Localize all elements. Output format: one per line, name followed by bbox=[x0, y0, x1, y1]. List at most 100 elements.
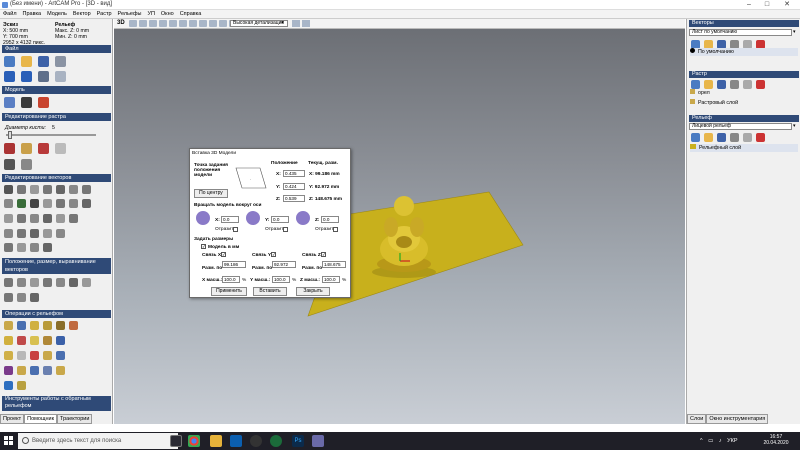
clock[interactable]: 16:57 20.04.2020 bbox=[756, 434, 796, 446]
bezier-icon[interactable] bbox=[43, 185, 52, 194]
fit-view-icon[interactable] bbox=[209, 20, 217, 27]
brush-slider-track[interactable] bbox=[6, 134, 96, 136]
taskbar-search-input[interactable]: Введите здесь текст для поиска bbox=[18, 433, 178, 449]
copy-relief-icon[interactable] bbox=[730, 133, 739, 142]
grid-icon[interactable] bbox=[21, 97, 32, 108]
spiral-icon[interactable] bbox=[17, 229, 26, 238]
section-file[interactable]: Файл bbox=[2, 45, 111, 53]
store-icon[interactable] bbox=[230, 435, 242, 447]
toggle-vectors-icon[interactable] bbox=[302, 20, 310, 27]
language-indicator[interactable]: УКР bbox=[727, 438, 737, 444]
wave-icon[interactable] bbox=[56, 229, 65, 238]
chevron-down-icon[interactable]: ▾ bbox=[281, 20, 284, 26]
new-relief-icon[interactable] bbox=[691, 133, 700, 142]
tab-toolbox[interactable]: Окно инструментария bbox=[706, 414, 769, 424]
weave-icon[interactable] bbox=[56, 366, 65, 375]
model-mm-checkbox[interactable]: ✓ bbox=[201, 244, 206, 249]
delete-relief-icon[interactable] bbox=[756, 133, 765, 142]
link-x-checkbox[interactable]: ✓ bbox=[221, 252, 226, 257]
top-view-icon[interactable] bbox=[179, 20, 187, 27]
close-button[interactable]: Закрыть bbox=[296, 287, 330, 296]
pos-y-field[interactable]: 0.424 bbox=[283, 183, 305, 190]
size-y-field[interactable]: 92.972 bbox=[272, 261, 296, 268]
align-top-icon[interactable] bbox=[69, 278, 78, 287]
add-relief-icon[interactable] bbox=[30, 321, 39, 330]
nest-icon[interactable] bbox=[30, 293, 39, 302]
cloud-icon[interactable] bbox=[55, 143, 66, 154]
section-position[interactable]: Положение, размер, выравнивание векторов bbox=[2, 258, 111, 274]
sculpt-icon[interactable] bbox=[4, 366, 13, 375]
pos-x-field[interactable]: 0.435 bbox=[283, 170, 305, 177]
tab-toolpaths[interactable]: Траектории bbox=[57, 414, 93, 424]
task-view-icon[interactable] bbox=[170, 435, 182, 447]
join-icon[interactable] bbox=[4, 214, 13, 223]
import-icon[interactable] bbox=[55, 56, 66, 67]
center-button[interactable]: По центру bbox=[194, 189, 228, 198]
bitmap-relief-icon[interactable] bbox=[17, 381, 26, 390]
triangle-mesh-icon[interactable] bbox=[4, 381, 13, 390]
rot-x-field[interactable]: 0.0 bbox=[221, 216, 239, 223]
toggle-relief-icon[interactable] bbox=[292, 20, 300, 27]
trim-icon[interactable] bbox=[69, 199, 78, 208]
notes-icon[interactable] bbox=[55, 71, 66, 82]
vectors-chevron-down-icon[interactable]: ▾ bbox=[793, 29, 796, 35]
properties-icon[interactable] bbox=[38, 71, 49, 82]
redo-icon[interactable] bbox=[21, 71, 32, 82]
smooth-icon[interactable] bbox=[30, 214, 39, 223]
measure-icon[interactable] bbox=[17, 243, 26, 252]
app-icon-2[interactable] bbox=[270, 435, 282, 447]
paste-relief-icon[interactable] bbox=[743, 133, 752, 142]
menu-help[interactable]: Справка bbox=[177, 10, 205, 18]
save-raster-icon[interactable] bbox=[717, 80, 726, 89]
relief-chevron-down-icon[interactable]: ▾ bbox=[793, 123, 796, 129]
delete-raster-icon[interactable] bbox=[756, 80, 765, 89]
ellipse-icon[interactable] bbox=[30, 229, 39, 238]
open-relief-icon[interactable] bbox=[704, 133, 713, 142]
new-raster-icon[interactable] bbox=[691, 80, 700, 89]
menu-raster[interactable]: Растр bbox=[94, 10, 115, 18]
menu-reliefs[interactable]: Рельефы bbox=[115, 10, 145, 18]
rotate-view-icon[interactable] bbox=[159, 20, 167, 27]
offset-relief-icon[interactable] bbox=[56, 351, 65, 360]
vector-layer-row[interactable]: По умолчанию bbox=[690, 48, 798, 56]
link-y-checkbox[interactable]: ✓ bbox=[271, 252, 276, 257]
scale-icon[interactable] bbox=[30, 278, 39, 287]
scale-x-field[interactable]: 100.0 bbox=[222, 276, 240, 283]
menu-window[interactable]: Окно bbox=[158, 10, 177, 18]
menu-vector[interactable]: Вектор bbox=[70, 10, 94, 18]
insert-button[interactable]: Вставить bbox=[253, 287, 287, 296]
size-x-field[interactable]: 99.186 bbox=[222, 261, 246, 268]
relief-select[interactable]: Лицевой рельеф bbox=[689, 123, 792, 130]
arc-icon[interactable] bbox=[56, 185, 65, 194]
star-icon[interactable] bbox=[4, 229, 13, 238]
pan-icon[interactable] bbox=[149, 20, 157, 27]
transform-icon[interactable] bbox=[30, 185, 39, 194]
curve-icon[interactable] bbox=[4, 243, 13, 252]
rotate-y-icon[interactable] bbox=[246, 211, 260, 225]
side-view-icon[interactable] bbox=[199, 20, 207, 27]
position-point-grid[interactable]: · bbox=[230, 166, 270, 192]
open-raster-icon[interactable] bbox=[704, 80, 713, 89]
pos-z-field[interactable]: 0.539 bbox=[283, 195, 305, 202]
mirror-icon[interactable] bbox=[43, 199, 52, 208]
face-icon[interactable] bbox=[4, 351, 13, 360]
model-size-icon[interactable] bbox=[4, 97, 15, 108]
extrude-icon[interactable] bbox=[4, 336, 13, 345]
select-icon[interactable] bbox=[4, 185, 13, 194]
link-z-checkbox[interactable]: ✓ bbox=[321, 252, 326, 257]
app-icon-1[interactable] bbox=[250, 435, 262, 447]
node-edit-icon[interactable] bbox=[17, 185, 26, 194]
center-icon[interactable] bbox=[17, 293, 26, 302]
scale-relief-icon[interactable] bbox=[43, 351, 52, 360]
maximize-button[interactable]: □ bbox=[760, 0, 774, 10]
iso-view-icon[interactable] bbox=[169, 20, 177, 27]
cross-section-icon[interactable] bbox=[30, 366, 39, 375]
merge-high-icon[interactable] bbox=[56, 321, 65, 330]
section-vectors[interactable]: Редактирование векторов bbox=[2, 174, 111, 182]
save-model-icon[interactable] bbox=[38, 56, 49, 67]
section-relief-ops[interactable]: Операции с рельефом bbox=[2, 310, 111, 318]
align-bottom-icon[interactable] bbox=[82, 278, 91, 287]
line-tool-icon[interactable] bbox=[4, 159, 15, 170]
paint-icon[interactable] bbox=[4, 143, 15, 154]
smooth-relief-icon[interactable] bbox=[17, 321, 26, 330]
